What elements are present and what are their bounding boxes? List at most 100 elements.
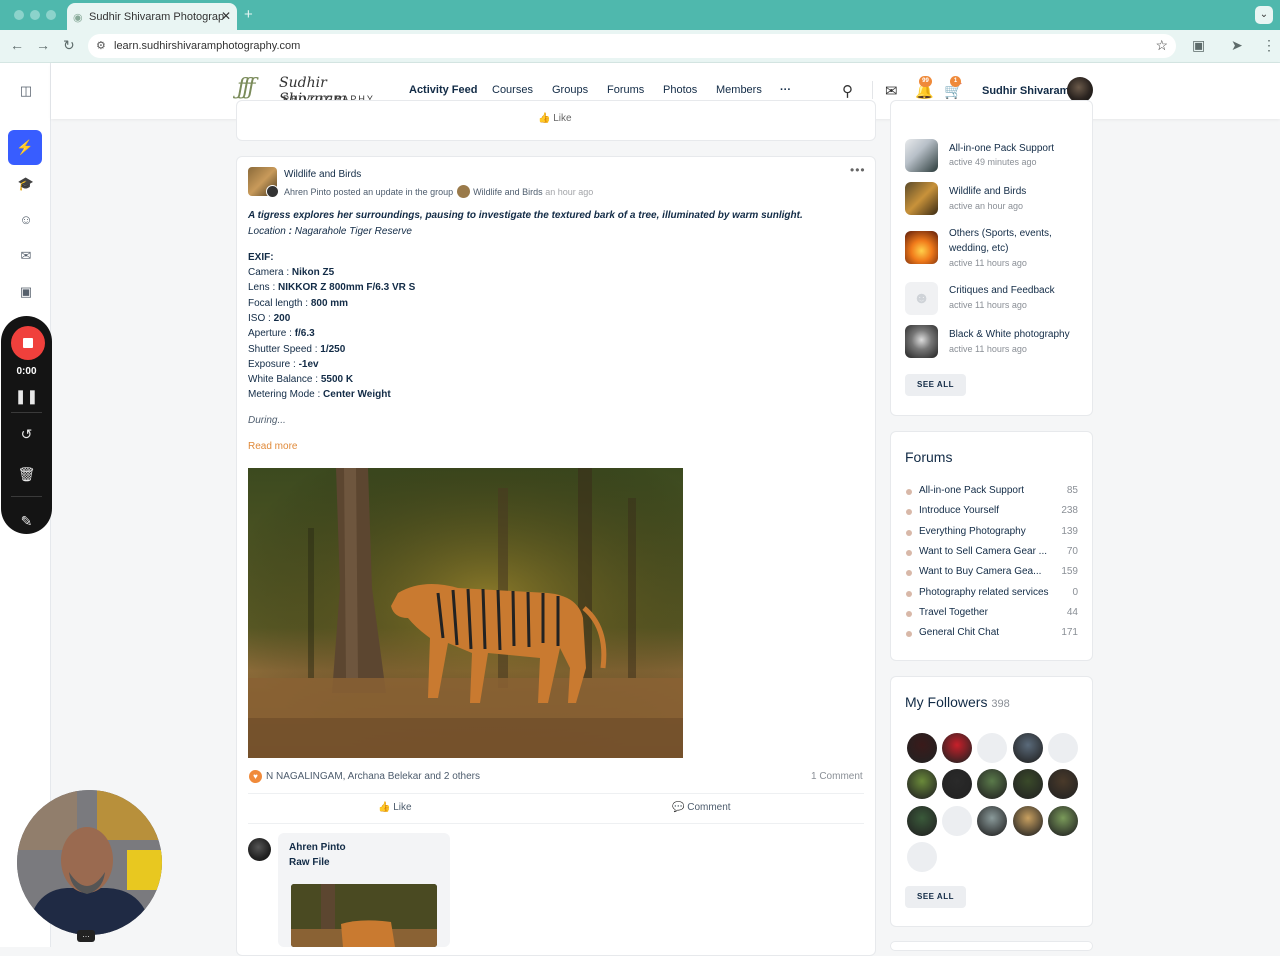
follower-avatar[interactable] xyxy=(1012,769,1043,800)
group-avatar-others[interactable] xyxy=(905,231,938,264)
search-icon[interactable]: ⚲ xyxy=(842,82,853,100)
window-minimize-dot[interactable] xyxy=(30,10,40,20)
trash-icon[interactable]: 🗑 xyxy=(1,466,52,483)
group-placeholder-icon[interactable]: ☻ xyxy=(905,282,938,315)
exif-label: Aperture xyxy=(248,328,287,340)
forum-link[interactable]: Travel Together xyxy=(919,607,1054,618)
new-tab-icon[interactable]: + xyxy=(244,6,253,23)
comment-button[interactable]: 💬 Comment xyxy=(672,802,731,813)
reactors-text[interactable]: N NAGALINGAM, Archana Belekar and 2 othe… xyxy=(266,771,480,782)
follower-avatar[interactable] xyxy=(1047,805,1078,836)
forum-link[interactable]: Introduce Yourself xyxy=(919,505,1054,516)
follower-placeholder-avatar[interactable] xyxy=(1047,733,1078,763)
previous-post-like[interactable]: 👍 Like xyxy=(538,113,572,124)
forum-link[interactable]: Photography related services xyxy=(919,587,1054,598)
comment-icon: 💬 xyxy=(672,802,685,813)
post-photo[interactable] xyxy=(248,468,683,758)
comment-count[interactable]: 1 Comment xyxy=(811,771,863,782)
group-name[interactable]: Black & White photography xyxy=(949,327,1084,342)
forward-icon[interactable]: → xyxy=(36,37,50,53)
pen-icon[interactable]: ✎ xyxy=(1,513,52,530)
forum-topic-count: 238 xyxy=(1061,505,1078,517)
follower-avatar[interactable] xyxy=(977,805,1008,836)
restart-icon[interactable]: ↺ xyxy=(1,426,52,443)
group-name[interactable]: All-in-one Pack Support xyxy=(949,141,1084,156)
group-mini-avatar xyxy=(457,185,471,198)
pause-icon[interactable]: ❚❚ xyxy=(1,388,52,405)
exif-separator: : xyxy=(265,312,274,324)
follower-placeholder-avatar[interactable] xyxy=(907,841,937,872)
follower-avatar[interactable] xyxy=(1012,805,1043,836)
sidebar-toggle-icon[interactable]: ◫ xyxy=(16,81,36,101)
menu-activity-feed[interactable]: Activity Feed xyxy=(409,84,477,96)
menu-members[interactable]: Members xyxy=(716,84,762,96)
address-bar[interactable]: ⚙ learn.sudhirshivaramphotography.com ☆ xyxy=(88,34,1176,58)
user-name[interactable]: Sudhir Shivaram xyxy=(982,85,1069,97)
group-name[interactable]: Critiques and Feedback xyxy=(949,283,1084,298)
exif-row: Camera : Nikon Z5 xyxy=(248,267,334,278)
tab-search-icon[interactable]: ⌄ xyxy=(1255,6,1273,24)
menu-more-icon[interactable]: ··· xyxy=(780,84,791,96)
photos-nav-icon[interactable]: ▣ xyxy=(16,282,36,302)
follower-avatar[interactable] xyxy=(1047,769,1078,800)
post-group-title[interactable]: Wildlife and Birds xyxy=(284,169,361,180)
read-more-link[interactable]: Read more xyxy=(248,441,297,452)
menu-photos[interactable]: Photos xyxy=(663,84,697,96)
follower-avatar[interactable] xyxy=(1012,733,1043,763)
group-avatar-wildlife[interactable] xyxy=(905,182,938,215)
follower-placeholder-avatar[interactable] xyxy=(942,805,973,836)
comment-author[interactable]: Ahren Pinto xyxy=(289,842,346,853)
group-avatar-bw[interactable] xyxy=(905,325,938,358)
exif-separator: : xyxy=(283,267,292,278)
courses-nav-icon[interactable]: 🎓 xyxy=(16,174,36,194)
forum-link[interactable]: General Chit Chat xyxy=(919,627,1054,638)
activity-nav-icon[interactable]: ⚡ xyxy=(8,130,42,165)
followers-title-text: My Followers xyxy=(905,694,988,710)
groups-nav-icon[interactable]: ☺ xyxy=(16,210,36,230)
forum-topic-count: 139 xyxy=(1061,525,1078,537)
post-headline: A tigress explores her surroundings, pau… xyxy=(248,210,803,221)
post-location: Location : Nagarahole Tiger Reserve xyxy=(248,226,412,237)
post-author[interactable]: Ahren Pinto xyxy=(284,187,331,197)
post-options-icon[interactable]: ••• xyxy=(850,163,866,177)
site-info-icon[interactable]: ⚙ xyxy=(96,39,106,52)
group-activity: active 11 hours ago xyxy=(949,300,1027,310)
comment-photo[interactable] xyxy=(291,884,437,947)
stop-recording-button[interactable] xyxy=(11,326,45,360)
menu-forums[interactable]: Forums xyxy=(607,84,644,96)
forum-link[interactable]: Want to Buy Camera Gea... xyxy=(919,566,1054,577)
menu-groups[interactable]: Groups xyxy=(552,84,588,96)
close-tab-icon[interactable]: ✕ xyxy=(221,9,231,23)
post-group-link[interactable]: Wildlife and Birds xyxy=(473,187,543,197)
reload-icon[interactable]: ↻ xyxy=(63,37,75,54)
window-close-dot[interactable] xyxy=(14,10,24,20)
forum-link[interactable]: Everything Photography xyxy=(919,526,1054,537)
group-name[interactable]: Wildlife and Birds xyxy=(949,184,1084,199)
profile-extension-icon[interactable]: ➤ xyxy=(1231,37,1243,54)
back-icon[interactable]: ← xyxy=(10,37,24,53)
group-avatar-all-in-one[interactable] xyxy=(905,139,938,172)
follower-avatar[interactable] xyxy=(907,805,937,836)
followers-see-all-button[interactable]: SEE ALL xyxy=(905,886,966,908)
inbox-icon[interactable]: ✉ xyxy=(885,82,898,100)
forum-link[interactable]: Want to Sell Camera Gear ... xyxy=(919,546,1054,557)
author-avatar[interactable] xyxy=(266,185,279,198)
forums-nav-icon[interactable]: ✉ xyxy=(16,246,36,266)
menu-courses[interactable]: Courses xyxy=(492,84,533,96)
follower-avatar[interactable] xyxy=(907,733,937,763)
extensions-icon[interactable]: ▣ xyxy=(1192,37,1205,54)
groups-see-all-button[interactable]: SEE ALL xyxy=(905,374,966,396)
forum-link[interactable]: All-in-one Pack Support xyxy=(919,485,1054,496)
group-name[interactable]: Others (Sports, events, wedding, etc) xyxy=(949,226,1084,256)
post-time[interactable]: an hour ago xyxy=(545,187,593,197)
webcam-menu-icon[interactable]: … xyxy=(77,930,95,942)
browser-tab[interactable]: ◉ Sudhir Shivaram Photograp ✕ xyxy=(67,3,237,30)
browser-menu-icon[interactable]: ⋮ xyxy=(1262,37,1276,54)
comment-author-avatar[interactable] xyxy=(248,838,271,861)
bookmark-star-icon[interactable]: ☆ xyxy=(1155,37,1168,54)
window-zoom-dot[interactable] xyxy=(46,10,56,20)
follower-avatar[interactable] xyxy=(942,733,973,763)
followers-title: My Followers 398 xyxy=(905,694,1010,710)
forum-topic-count: 171 xyxy=(1061,627,1078,639)
like-button[interactable]: 👍 Like xyxy=(378,802,412,813)
